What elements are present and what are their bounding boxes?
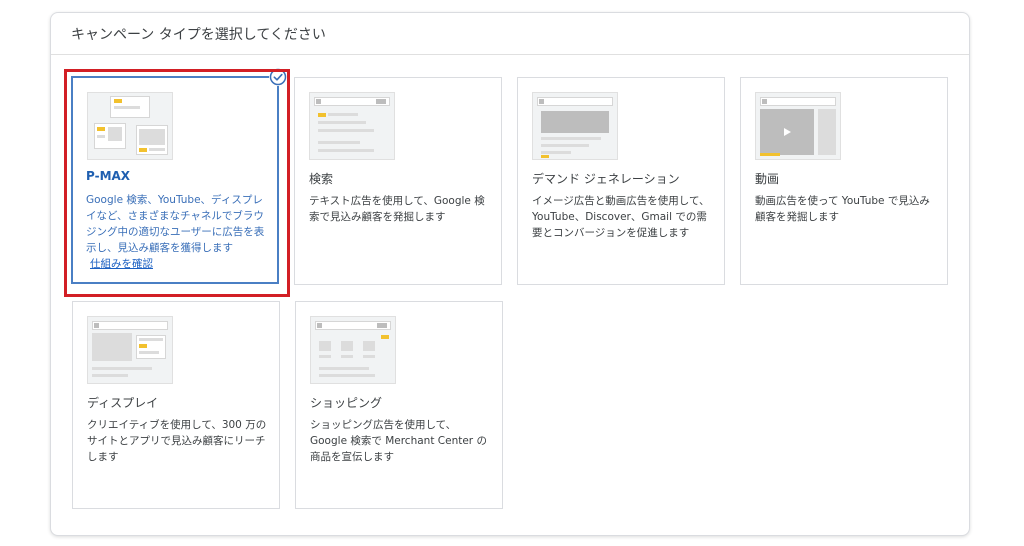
panel-header: キャンペーン タイプを選択してください — [51, 13, 969, 55]
pmax-description: Google 検索、YouTube、ディスプレイなど、さまざまなチャネルでブラウ… — [86, 194, 265, 270]
display-title: ディスプレイ — [87, 396, 159, 410]
display-thumbnail — [87, 316, 173, 384]
pmax-title: P-MAX — [86, 169, 131, 183]
display-description: クリエイティブを使用して、300 万のサイトとアプリで見込み顧客にリーチします — [87, 419, 267, 463]
search-title: 検索 — [309, 172, 334, 186]
shopping-description: ショッピング広告を使用して、Google 検索で Merchant Center… — [310, 419, 487, 463]
video-title: 動画 — [755, 172, 780, 186]
campaign-card-shopping[interactable]: ショッピング ショッピング広告を使用して、Google 検索で Merchant… — [295, 301, 503, 509]
campaign-card-video[interactable]: 動画 動画広告を使って YouTube で見込み顧客を発掘します — [740, 77, 948, 285]
demand-gen-title: デマンド ジェネレーション — [532, 172, 680, 186]
shopping-title: ショッピング — [310, 396, 383, 410]
campaign-card-demand-gen[interactable]: デマンド ジェネレーション イメージ広告と動画広告を使用して、YouTube、D… — [517, 77, 725, 285]
video-description: 動画広告を使って YouTube で見込み顧客を発掘します — [755, 195, 930, 223]
learn-more-link[interactable]: 仕組みを確認 — [90, 258, 153, 270]
demand-gen-thumbnail — [532, 92, 618, 160]
pmax-thumbnail — [87, 92, 173, 160]
campaign-card-pmax[interactable]: P-MAX Google 検索、YouTube、ディスプレイなど、さまざまなチャ… — [71, 68, 287, 284]
check-circle-icon — [269, 68, 287, 86]
video-thumbnail — [755, 92, 841, 160]
play-icon — [784, 128, 791, 136]
demand-gen-description: イメージ広告と動画広告を使用して、YouTube、Discover、Gmail … — [532, 195, 710, 239]
search-description: テキスト広告を使用して、Google 検索で見込み顧客を発掘します — [309, 195, 485, 223]
campaign-card-search[interactable]: 検索 テキスト広告を使用して、Google 検索で見込み顧客を発掘します — [294, 77, 502, 285]
panel-title: キャンペーン タイプを選択してください — [71, 27, 326, 43]
shopping-thumbnail — [310, 316, 396, 384]
search-thumbnail — [309, 92, 395, 160]
campaign-card-display[interactable]: ディスプレイ クリエイティブを使用して、300 万のサイトとアプリで見込み顧客に… — [72, 301, 280, 509]
